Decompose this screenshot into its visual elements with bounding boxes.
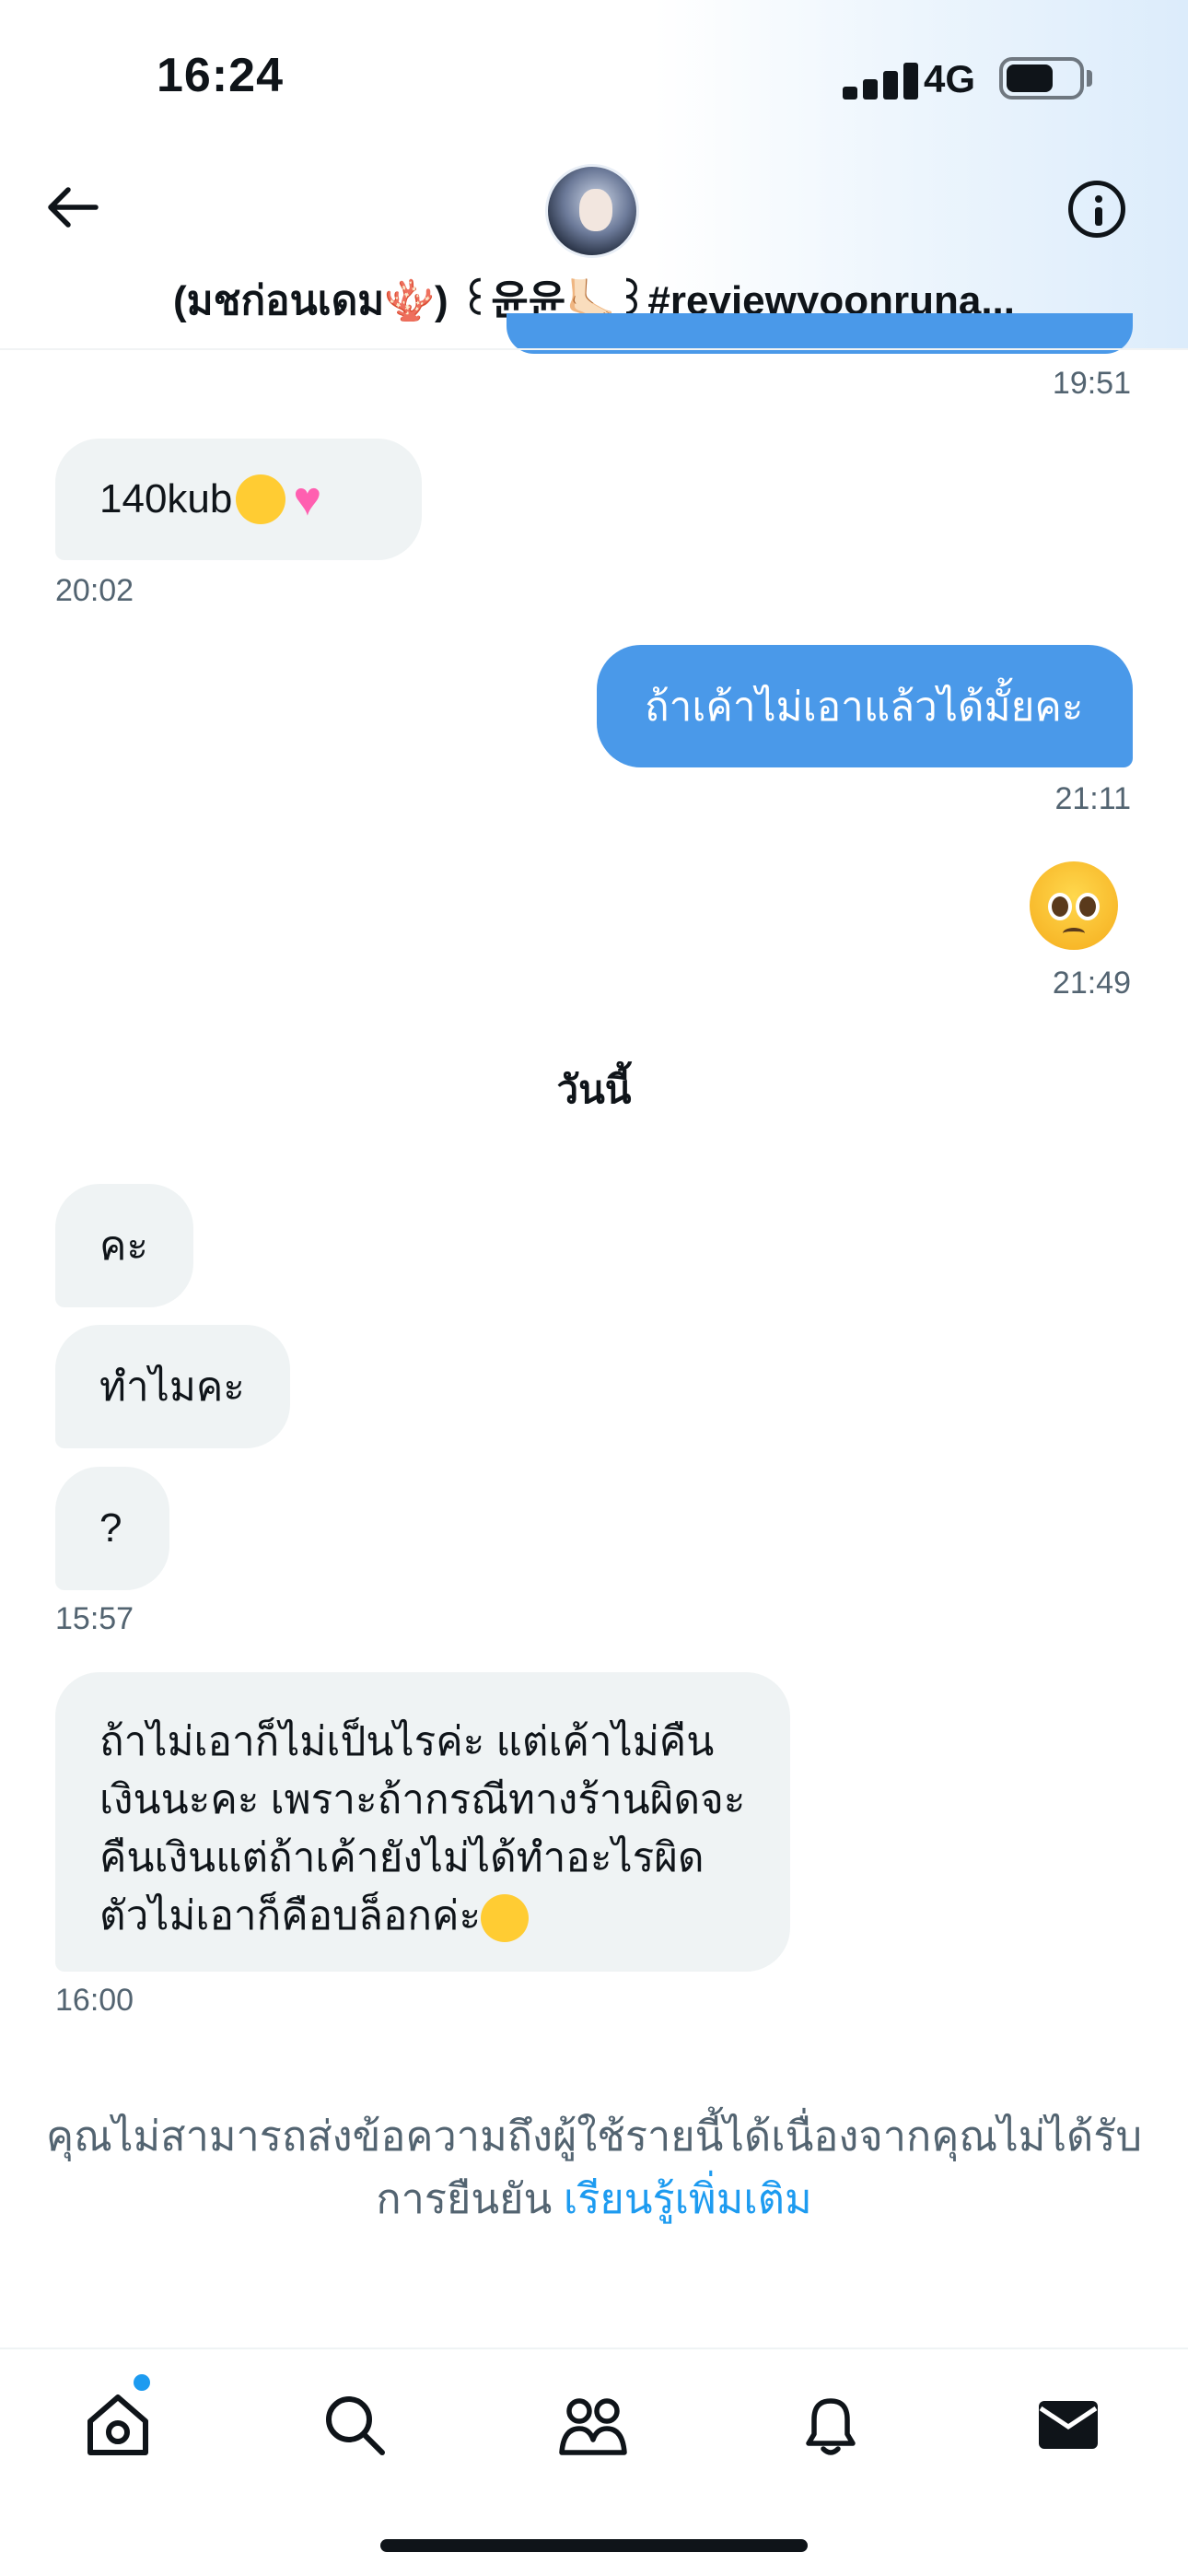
message-timestamp: 16:00	[55, 1983, 134, 2018]
network-type: 4G	[924, 57, 976, 100]
emoji-mouth	[1063, 928, 1085, 939]
message-line: เงินนะคะ เพราะถ้ากรณีทางร้านผิดจะ	[99, 1777, 746, 1822]
info-icon-bar	[1095, 207, 1102, 226]
info-icon	[1095, 195, 1102, 203]
home-notification-dot	[134, 2374, 150, 2391]
message-timestamp: 21:11	[1054, 781, 1131, 816]
back-button[interactable]	[35, 180, 109, 235]
status-time: 16:24	[157, 49, 284, 102]
message-text: ทำไมคะ	[99, 1364, 245, 1410]
message-text: 140kub	[99, 476, 233, 521]
message-bubble-outgoing[interactable]: ถ้าเค้าไม่เอาแล้วได้มั้ยคะ	[597, 645, 1133, 767]
nav-search[interactable]	[309, 2379, 401, 2471]
message-text: ถ้าเค้าไม่เอาแล้วได้มั้ยคะ	[645, 684, 1084, 730]
battery-tip	[1087, 70, 1092, 87]
bottom-nav-divider	[0, 2348, 1188, 2349]
winking-face-emoji-icon	[481, 1894, 530, 1943]
communities-icon	[559, 2398, 627, 2455]
notifications-icon	[806, 2398, 856, 2455]
message-line: ถ้าไม่เอาก็ไม่เป็นไรค่ะ แต่เค้าไม่คืน	[99, 1719, 715, 1764]
home-indicator	[380, 2539, 808, 2552]
signal-icon	[843, 61, 926, 100]
message-timestamp: 20:02	[55, 573, 134, 608]
nav-home[interactable]	[72, 2379, 164, 2471]
avatar[interactable]	[545, 164, 639, 258]
message-bubble-incoming[interactable]: ทำไมคะ	[55, 1325, 290, 1448]
emoji-eye	[1076, 893, 1100, 920]
battery-level	[1007, 64, 1053, 92]
message-line: ตัวไม่เอาก็คือบล็อกค่ะ	[99, 1893, 482, 1938]
message-line-last: ตัวไม่เอาก็คือบล็อกค่ะ	[99, 1887, 746, 1945]
nav-messages[interactable]	[1022, 2379, 1114, 2471]
message-bubble-incoming[interactable]: คะ	[55, 1184, 193, 1307]
pleading-face-emoji-icon[interactable]	[1030, 861, 1118, 950]
message-timestamp: 21:49	[1052, 966, 1131, 1001]
emoji-eye	[1048, 893, 1072, 920]
message-bubble-incoming[interactable]: 140kub ♥	[55, 439, 422, 560]
header-divider	[0, 348, 1188, 350]
pink-heart-emoji-icon: ♥	[293, 473, 322, 526]
message-text: คะ	[99, 1224, 149, 1269]
message-line: คืนเงินแต่ถ้าเค้ายังไม่ได้ทำอะไรผิด	[99, 1835, 705, 1880]
nav-notifications[interactable]	[785, 2379, 877, 2471]
message-bubble-incoming[interactable]: ?	[55, 1467, 169, 1590]
message-bubble-incoming[interactable]: ถ้าไม่เอาก็ไม่เป็นไรค่ะ แต่เค้าไม่คืน เง…	[55, 1672, 790, 1972]
home-icon	[87, 2395, 148, 2455]
search-icon	[326, 2396, 385, 2455]
learn-more-link[interactable]: เรียนรู้เพิ่มเติม	[564, 2175, 812, 2222]
message-timestamp: 15:57	[55, 1601, 134, 1636]
arrow-left-icon	[48, 187, 99, 228]
star-struck-emoji-icon	[236, 474, 286, 524]
message-text: ?	[99, 1505, 122, 1551]
cannot-message-notice: คุณไม่สามารถส่งข้อความถึงผู้ใช้รายนี้ได้…	[37, 2105, 1151, 2231]
nav-communities[interactable]	[547, 2379, 639, 2471]
message-timestamp: 19:51	[1052, 366, 1131, 401]
day-separator: วันนี้	[556, 1068, 632, 1111]
messages-icon	[1039, 2401, 1098, 2449]
avatar-face	[579, 189, 612, 231]
conversation-info-button[interactable]	[1068, 181, 1125, 238]
